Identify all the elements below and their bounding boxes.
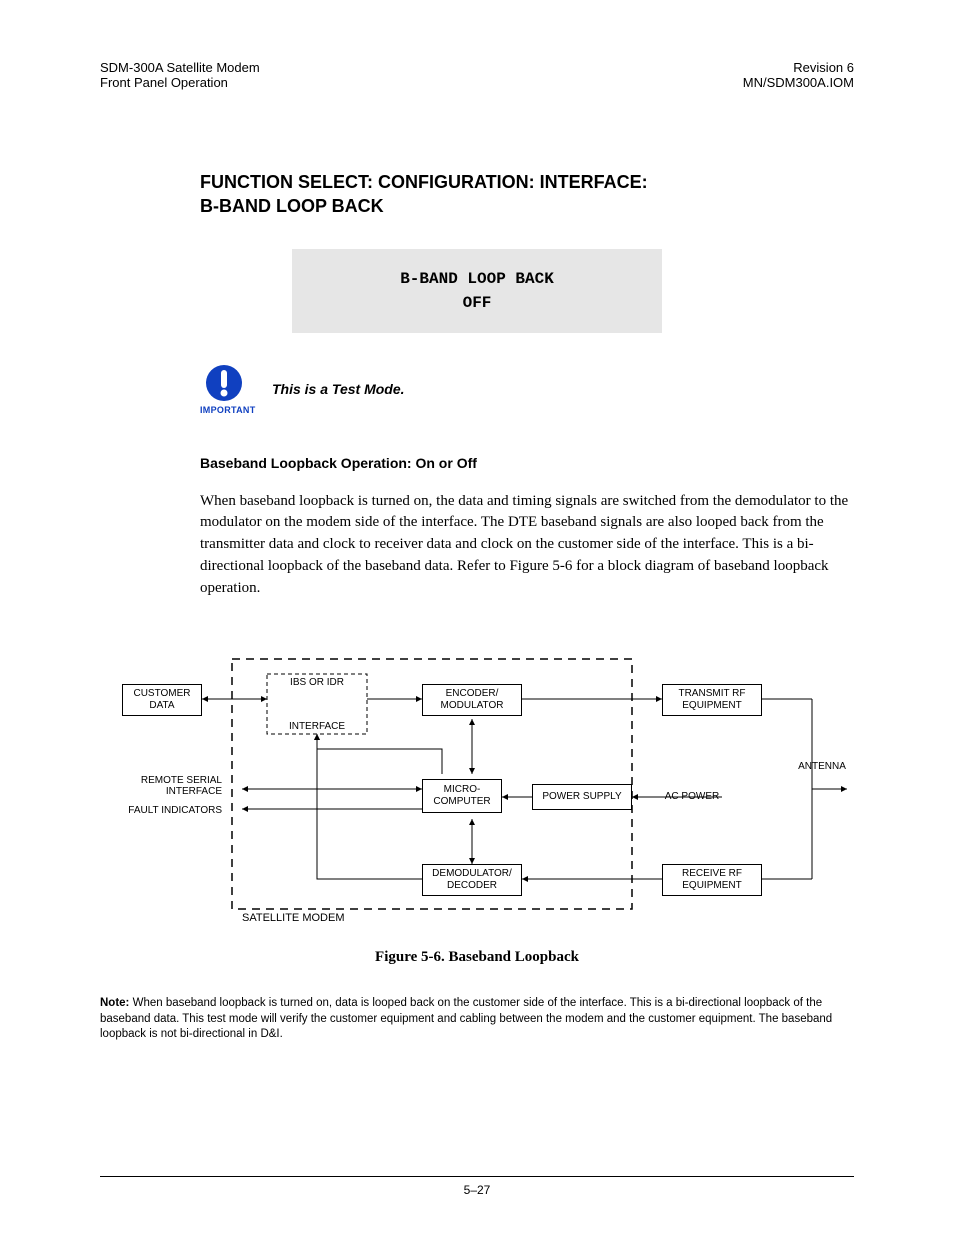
test-mode-text: This is a Test Mode. xyxy=(272,381,405,397)
header-right: Revision 6 MN/SDM300A.IOM xyxy=(743,60,854,90)
section-title: FUNCTION SELECT: CONFIGURATION: INTERFAC… xyxy=(200,170,854,219)
label-fault-indicators: FAULT INDICATORS xyxy=(102,805,222,816)
box-microcomputer: MICRO-COMPUTER xyxy=(422,779,502,813)
label-interface: INTERFACE xyxy=(277,721,357,732)
section-title-line1: FUNCTION SELECT: CONFIGURATION: INTERFAC… xyxy=(200,172,648,192)
sub-heading: Baseband Loopback Operation: On or Off xyxy=(200,455,854,471)
page-number: 5–27 xyxy=(0,1183,954,1197)
section-title-line2: B-BAND LOOP BACK xyxy=(200,196,384,216)
lcd-line1: B-BAND LOOP BACK xyxy=(302,267,652,291)
body-paragraph: When baseband loopback is turned on, the… xyxy=(200,491,854,600)
figure-caption: Figure 5-6. Baseband Loopback xyxy=(100,949,854,966)
header-section: Front Panel Operation xyxy=(100,75,260,90)
box-customer-data: CUSTOMERDATA xyxy=(122,684,202,716)
box-encoder-modulator: ENCODER/MODULATOR xyxy=(422,684,522,716)
box-transmit-rf: TRANSMIT RFEQUIPMENT xyxy=(662,684,762,716)
note-label: Note: xyxy=(100,997,129,1009)
note-body: When baseband loopback is turned on, dat… xyxy=(100,997,832,1040)
important-callout: IMPORTANT This is a Test Mode. xyxy=(200,363,854,415)
block-diagram: CUSTOMERDATA IBS OR IDR INTERFACE ENCODE… xyxy=(102,639,852,929)
note-paragraph: Note: When baseband loopback is turned o… xyxy=(100,996,854,1043)
footer-rule xyxy=(100,1176,854,1177)
important-label: IMPORTANT xyxy=(200,405,248,415)
label-remote-serial: REMOTE SERIALINTERFACE xyxy=(102,775,222,797)
header-doc-id: MN/SDM300A.IOM xyxy=(743,75,854,90)
header-revision: Revision 6 xyxy=(743,60,854,75)
page: SDM-300A Satellite Modem Front Panel Ope… xyxy=(0,0,954,1235)
label-ac-power: AC POWER xyxy=(657,791,727,802)
important-icon: IMPORTANT xyxy=(200,363,248,415)
lcd-display: B-BAND LOOP BACK OFF xyxy=(292,249,662,333)
label-satellite-modem: SATELLITE MODEM xyxy=(242,912,392,924)
box-demodulator-decoder: DEMODULATOR/DECODER xyxy=(422,864,522,896)
header-left: SDM-300A Satellite Modem Front Panel Ope… xyxy=(100,60,260,90)
lcd-line2: OFF xyxy=(302,291,652,315)
page-header: SDM-300A Satellite Modem Front Panel Ope… xyxy=(100,60,854,90)
box-power-supply: POWER SUPPLY xyxy=(532,784,632,810)
box-receive-rf: RECEIVE RFEQUIPMENT xyxy=(662,864,762,896)
header-product: SDM-300A Satellite Modem xyxy=(100,60,260,75)
label-ibs-or-idr: IBS OR IDR xyxy=(277,677,357,688)
label-antenna: ANTENNA xyxy=(792,761,852,772)
